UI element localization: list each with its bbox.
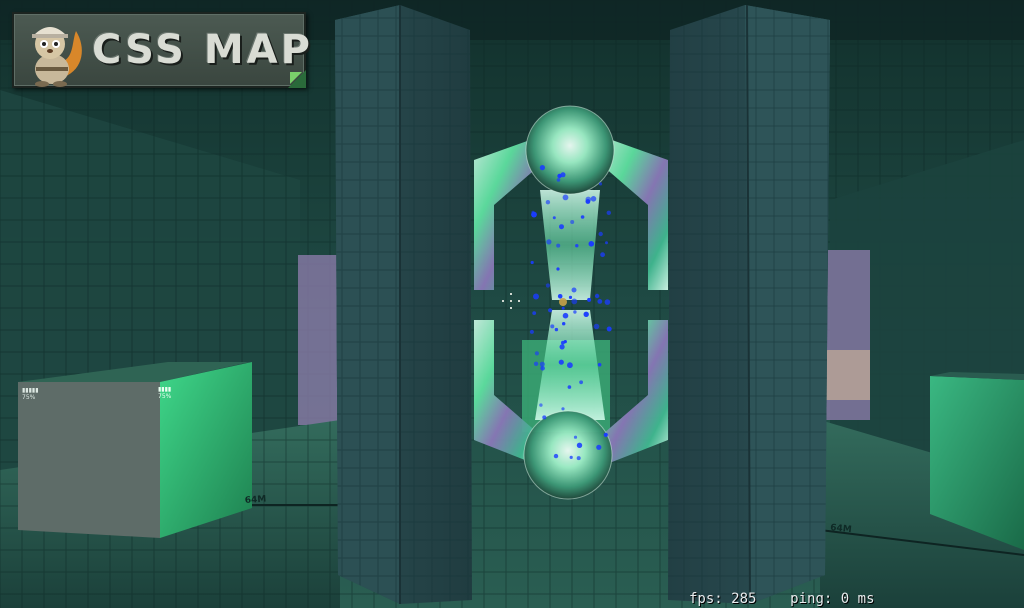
particle: [545, 200, 551, 205]
particle: [571, 298, 578, 305]
particle: [576, 456, 581, 461]
particle: [556, 243, 561, 248]
ping-label: ping:: [790, 591, 833, 607]
particle: [539, 165, 546, 171]
fps-label: fps:: [689, 591, 723, 607]
particle: [567, 362, 573, 369]
particle: [579, 380, 583, 385]
ping-value: 0: [840, 591, 850, 607]
particle: [548, 308, 553, 313]
particle: [575, 244, 579, 248]
ping-unit: ms: [857, 591, 875, 607]
game-scene: ▮▮▮▮▮ 75% ▮▮▮▮ 75% 64M 64M: [0, 0, 1024, 608]
particle: [596, 444, 602, 450]
logo-badge: CSS MAP: [12, 12, 310, 88]
particle: [570, 220, 575, 224]
particle: [531, 210, 535, 214]
particle: [546, 239, 552, 245]
particle: [585, 199, 591, 204]
particle: [597, 299, 603, 304]
particle: [606, 326, 612, 332]
particle: [545, 283, 551, 288]
particle: [588, 241, 595, 247]
particle: [558, 359, 564, 365]
particle: [573, 435, 578, 439]
net-graph: fps: 285 ping: 0 ms: [689, 591, 875, 607]
particle: [533, 293, 539, 300]
particle: [580, 215, 585, 219]
particle: [556, 178, 561, 182]
particle: [561, 407, 565, 411]
particle: [542, 415, 547, 420]
particle: [598, 231, 603, 237]
squirrel-mascot-icon: [32, 27, 82, 87]
particle: [540, 366, 545, 371]
particle: [568, 295, 573, 299]
particle: [553, 453, 559, 459]
particle: [606, 210, 611, 215]
particle: [590, 196, 597, 202]
particle: [557, 294, 563, 299]
crate-left-side: [160, 362, 252, 538]
left-doorway: [298, 255, 338, 425]
fps-value: 285: [731, 591, 757, 607]
particle: [569, 455, 573, 459]
particle: [603, 432, 608, 437]
particle: [562, 194, 569, 201]
particle: [567, 385, 572, 389]
particle: [539, 361, 545, 367]
particle: [554, 327, 559, 332]
crate-left-label-1: 75%: [22, 394, 36, 401]
particle: [598, 182, 603, 186]
particle: [559, 344, 565, 350]
svg-text:▮▮▮▮▮: ▮▮▮▮▮: [22, 387, 39, 394]
particle: [600, 252, 605, 258]
particle: [530, 260, 534, 265]
floor-marking-left: 64M: [245, 495, 267, 506]
particle: [556, 267, 560, 271]
particle: [597, 362, 602, 367]
particle: [532, 311, 537, 315]
logo-title: CSS MAP: [92, 27, 313, 73]
particle: [605, 241, 608, 245]
particle: [562, 312, 569, 319]
particle: [573, 310, 577, 314]
particle: [571, 287, 577, 293]
particle: [552, 216, 556, 220]
particle: [550, 324, 555, 329]
particle: [562, 322, 566, 326]
particle: [529, 329, 534, 334]
particle: [583, 311, 589, 317]
particle: [594, 293, 600, 299]
game-viewport[interactable]: ▮▮▮▮▮ 75% ▮▮▮▮ 75% 64M 64M CSS MAP fps: …: [0, 0, 1024, 608]
crate-left-label-2: 75%: [158, 393, 172, 400]
particle: [576, 442, 583, 448]
particle: [587, 297, 592, 302]
particle: [534, 351, 540, 356]
particle: [604, 299, 611, 305]
particle: [559, 224, 564, 230]
svg-text:▮▮▮▮: ▮▮▮▮: [158, 386, 171, 393]
crate-left-front: [18, 382, 160, 538]
particle: [539, 403, 543, 407]
particle: [563, 340, 567, 344]
particle: [533, 361, 539, 366]
particle: [561, 306, 565, 310]
particle: [593, 323, 600, 330]
particle: [557, 173, 562, 179]
